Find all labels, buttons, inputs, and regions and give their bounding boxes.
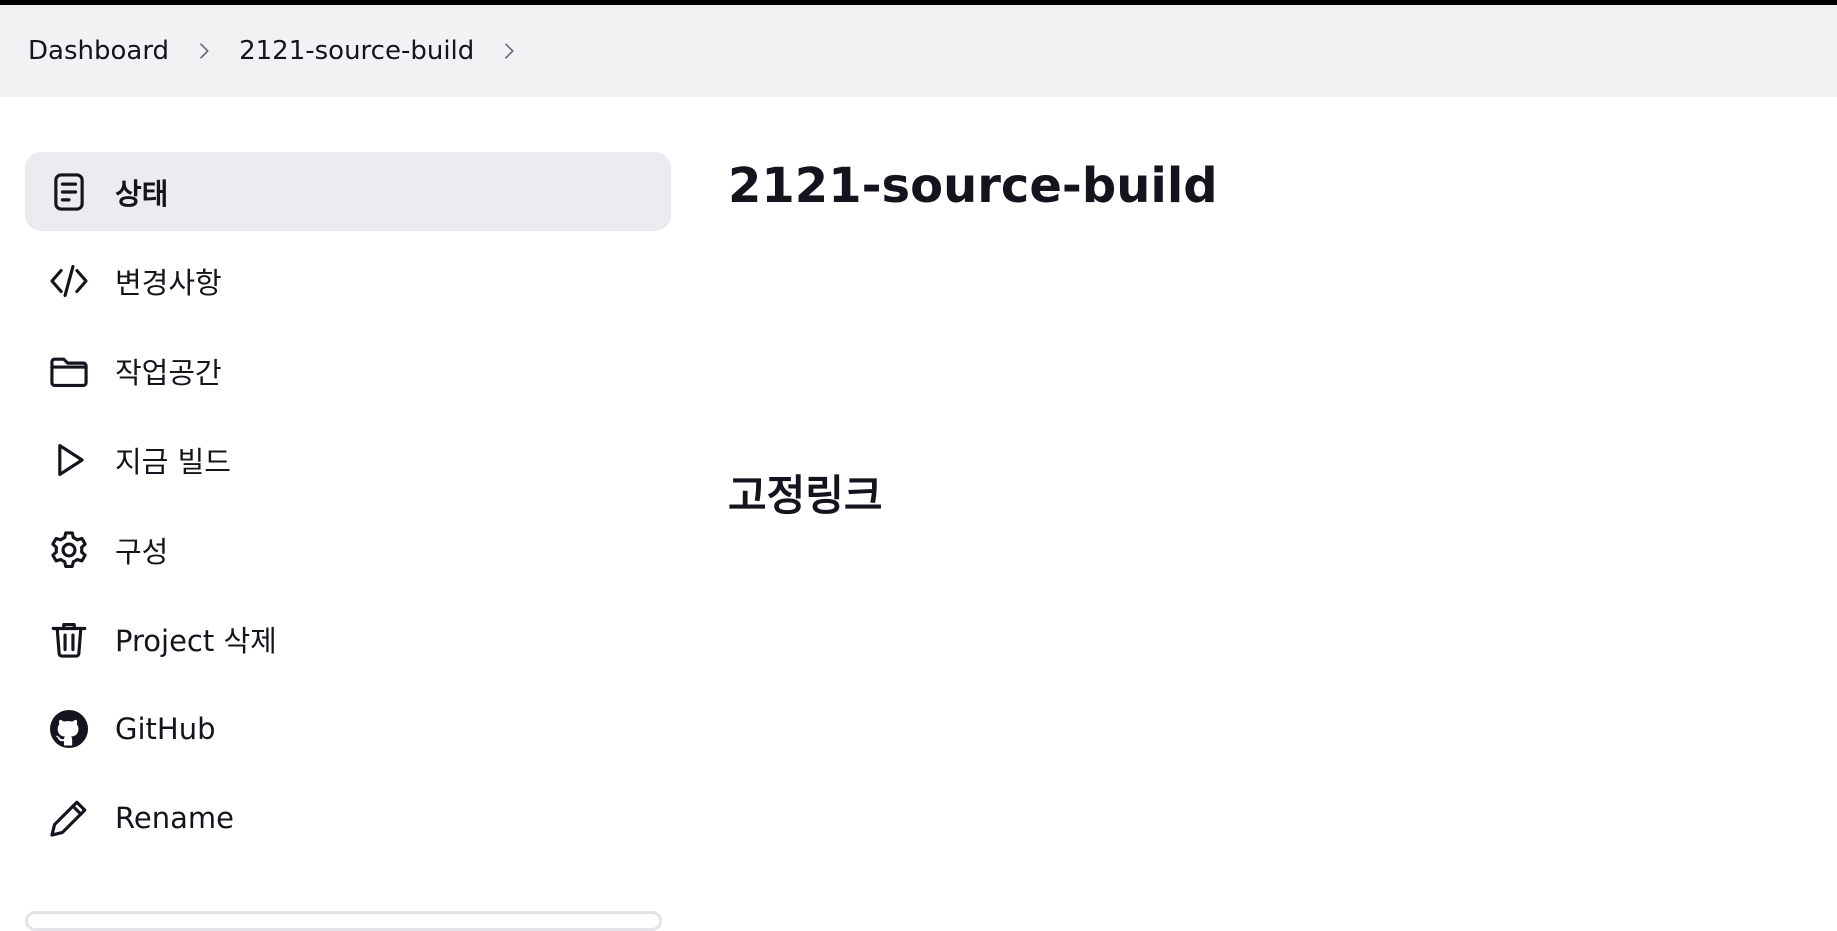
folder-icon: [47, 349, 91, 393]
code-icon: [47, 259, 91, 303]
sidebar-item-label: 구성: [115, 534, 169, 569]
gear-icon: [47, 528, 91, 572]
breadcrumb-dashboard[interactable]: Dashboard: [28, 36, 169, 66]
sidebar-item-label: Project 삭제: [115, 624, 277, 658]
sidebar-item-label: 상태: [115, 176, 169, 211]
sidebar-item-changes[interactable]: 변경사항: [25, 242, 671, 321]
chevron-right-icon[interactable]: [169, 36, 239, 66]
permalinks-heading: 고정링크: [728, 471, 883, 520]
chevron-right-icon[interactable]: [474, 36, 544, 66]
sidebar-item-label: 지금 빌드: [115, 445, 231, 479]
play-icon: [47, 438, 91, 482]
sidebar-item-build-now[interactable]: 지금 빌드: [25, 421, 671, 500]
sidebar-panel-edge: [25, 911, 662, 931]
sidebar-item-label: GitHub: [115, 711, 216, 746]
sidebar-item-label: Rename: [115, 801, 234, 835]
trash-icon: [47, 617, 91, 661]
sidebar-item-label: 변경사항: [115, 266, 222, 300]
sidebar-item-label: 작업공간: [115, 355, 222, 390]
sidebar-item-github[interactable]: GitHub: [25, 689, 671, 768]
github-icon: [47, 707, 91, 751]
sidebar-item-status[interactable]: 상태: [25, 152, 671, 231]
page-title: 2121-source-build: [728, 158, 1218, 214]
sidebar-item-workspace[interactable]: 작업공간: [25, 331, 671, 410]
sidebar-item-rename[interactable]: Rename: [25, 779, 671, 858]
pencil-icon: [47, 796, 91, 840]
breadcrumb-project[interactable]: 2121-source-build: [239, 36, 474, 66]
document-icon: [47, 170, 91, 214]
sidebar-item-delete-project[interactable]: Project 삭제: [25, 600, 671, 679]
breadcrumb: Dashboard 2121-source-build: [0, 5, 1837, 97]
sidebar: 상태 변경사항 작업공간 지금 빌드 구성 Project 삭제 GitHub …: [25, 152, 671, 868]
sidebar-item-configure[interactable]: 구성: [25, 510, 671, 589]
